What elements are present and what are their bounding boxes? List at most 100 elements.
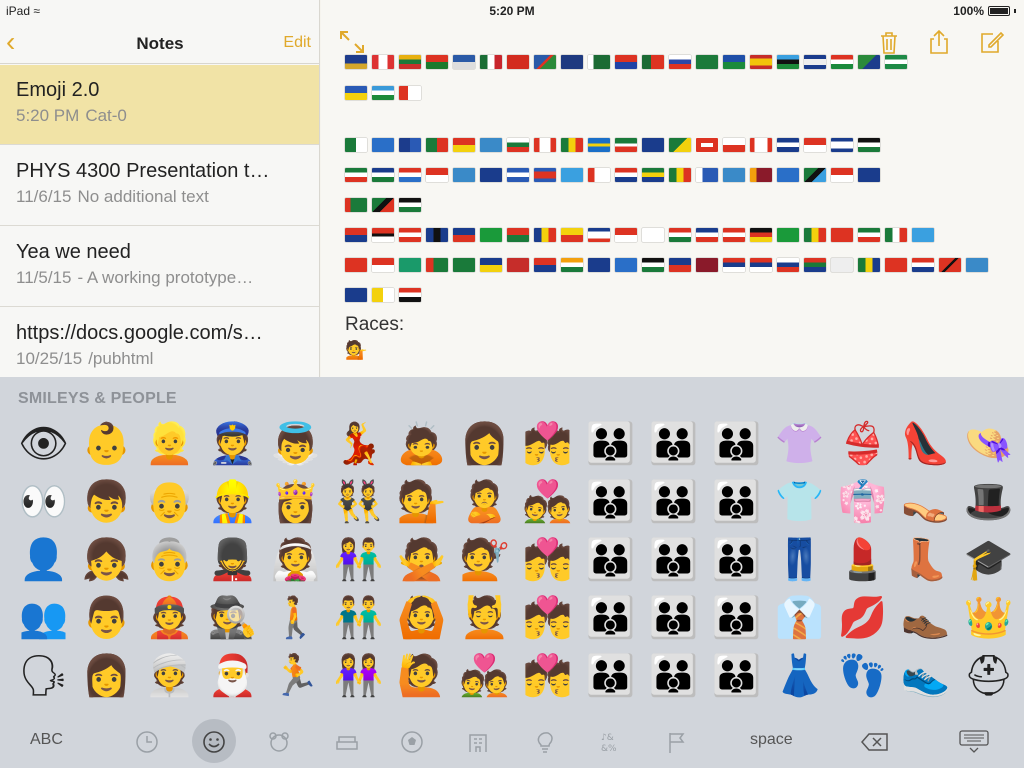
emoji-key[interactable]: 🚶 <box>264 589 327 647</box>
emoji-key[interactable]: 💑 <box>516 473 579 531</box>
emoji-key[interactable]: 👪 <box>705 473 768 531</box>
emoji-key[interactable]: 👡 <box>894 473 957 531</box>
emoji-key[interactable]: 👒 <box>957 415 1020 473</box>
emoji-key[interactable]: 🎓 <box>957 531 1020 589</box>
emoji-key[interactable]: 👫 <box>327 531 390 589</box>
emoji-key[interactable]: 👩 <box>453 415 516 473</box>
emoji-key[interactable]: 👀 <box>12 473 75 531</box>
animal-bear-icon[interactable] <box>266 729 292 755</box>
emoji-key[interactable]: 👑 <box>957 589 1020 647</box>
emoji-key[interactable]: 👰 <box>264 531 327 589</box>
emoji-key[interactable]: 👮 <box>201 415 264 473</box>
emoji-key[interactable]: 💏 <box>516 415 579 473</box>
emoji-key[interactable]: 👱 <box>138 415 201 473</box>
emoji-key[interactable]: 🗣 <box>12 647 75 705</box>
emoji-key[interactable]: 👵 <box>138 531 201 589</box>
emoji-key[interactable]: 🎩 <box>957 473 1020 531</box>
emoji-key[interactable]: 👢 <box>894 531 957 589</box>
emoji-key[interactable]: 🙎 <box>453 473 516 531</box>
emoji-key[interactable]: 👪 <box>642 473 705 531</box>
soccer-ball-icon[interactable] <box>399 729 425 755</box>
emoji-key[interactable]: 🙆 <box>390 589 453 647</box>
emoji-key[interactable]: 👪 <box>642 415 705 473</box>
emoji-key[interactable]: 🙅 <box>390 531 453 589</box>
emoji-key[interactable]: 👠 <box>894 415 957 473</box>
emoji-key[interactable]: 👯 <box>327 473 390 531</box>
emoji-key[interactable]: 👭 <box>327 647 390 705</box>
note-list-item[interactable]: PHYS 4300 Presentation t… 11/6/15 No addi… <box>0 146 319 226</box>
emoji-key[interactable]: 👞 <box>894 589 957 647</box>
emoji-key[interactable]: 👚 <box>768 415 831 473</box>
emoji-key[interactable]: 🙇 <box>390 415 453 473</box>
emoji-key[interactable]: 💂 <box>201 531 264 589</box>
emoji-key[interactable]: 👟 <box>894 647 957 705</box>
emoji-key[interactable]: 🏃 <box>264 647 327 705</box>
emoji-key[interactable]: ⛑ <box>957 647 1020 705</box>
emoji-key[interactable]: 💇 <box>453 531 516 589</box>
note-list-item[interactable]: https://docs.google.com/s… 10/25/15/pubh… <box>0 308 319 377</box>
emoji-key[interactable]: 👕 <box>768 473 831 531</box>
emoji-key[interactable]: 👙 <box>831 415 894 473</box>
emoji-key[interactable]: 💄 <box>831 531 894 589</box>
emoji-key[interactable]: 👖 <box>768 531 831 589</box>
emoji-key[interactable]: 👨 <box>75 589 138 647</box>
emoji-key[interactable]: 👦 <box>75 473 138 531</box>
emoji-key[interactable]: 👪 <box>705 589 768 647</box>
emoji-key[interactable]: 👤 <box>12 531 75 589</box>
emoji-key[interactable]: 👪 <box>579 415 642 473</box>
recent-clock-icon[interactable] <box>134 729 160 755</box>
emoji-key[interactable]: 👪 <box>642 647 705 705</box>
emoji-key[interactable]: 👔 <box>768 589 831 647</box>
emoji-key[interactable]: 👪 <box>705 531 768 589</box>
emoji-key[interactable]: 👸 <box>264 473 327 531</box>
emoji-key[interactable]: 👁 <box>12 415 75 473</box>
emoji-key[interactable]: 👳 <box>138 647 201 705</box>
abc-key[interactable]: ABC <box>30 731 63 749</box>
emoji-key[interactable]: 🕵 <box>201 589 264 647</box>
emoji-key[interactable]: 🎅 <box>201 647 264 705</box>
emoji-key[interactable]: 👼 <box>264 415 327 473</box>
emoji-key[interactable]: 💋 <box>831 589 894 647</box>
emoji-key[interactable]: 👧 <box>75 531 138 589</box>
travel-building-icon[interactable] <box>465 729 491 755</box>
lightbulb-icon[interactable] <box>532 729 558 755</box>
edit-button[interactable]: Edit <box>283 34 311 52</box>
emoji-key[interactable]: 👪 <box>642 531 705 589</box>
space-key[interactable]: space <box>750 731 793 749</box>
emoji-key[interactable]: 👶 <box>75 415 138 473</box>
symbols-icon[interactable]: ♪& &% <box>598 729 624 755</box>
emoji-key[interactable]: 👥 <box>12 589 75 647</box>
share-icon[interactable] <box>926 30 952 54</box>
emoji-key[interactable]: 💏 <box>516 589 579 647</box>
emoji-key[interactable]: 👣 <box>831 647 894 705</box>
emoji-key[interactable]: 👪 <box>579 531 642 589</box>
food-icon[interactable] <box>334 729 360 755</box>
emoji-key[interactable]: 💁 <box>390 473 453 531</box>
emoji-key[interactable]: 👪 <box>705 415 768 473</box>
emoji-key[interactable]: 👪 <box>579 589 642 647</box>
emoji-key[interactable]: 💑 <box>453 647 516 705</box>
emoji-key[interactable]: 👪 <box>705 647 768 705</box>
expand-icon[interactable] <box>339 30 365 54</box>
note-list-item[interactable]: Emoji 2.0 5:20 PM Cat-0 <box>0 65 319 145</box>
emoji-key[interactable]: 💃 <box>327 415 390 473</box>
emoji-key[interactable]: 👷 <box>201 473 264 531</box>
emoji-key[interactable]: 👲 <box>138 589 201 647</box>
emoji-key[interactable]: 💏 <box>516 647 579 705</box>
backspace-icon[interactable] <box>860 729 890 755</box>
emoji-key[interactable]: 👪 <box>579 473 642 531</box>
note-editor[interactable]: Races: 💁 <box>321 0 1024 377</box>
emoji-key[interactable]: 👴 <box>138 473 201 531</box>
emoji-key[interactable]: 👗 <box>768 647 831 705</box>
emoji-key[interactable]: 👪 <box>579 647 642 705</box>
flag-icon[interactable] <box>664 729 690 755</box>
emoji-key[interactable]: 👩 <box>75 647 138 705</box>
emoji-key[interactable]: 👘 <box>831 473 894 531</box>
note-list-item[interactable]: Yea we need 11/5/15 - A working prototype… <box>0 227 319 307</box>
trash-icon[interactable] <box>876 30 902 54</box>
smiley-face-icon[interactable] <box>201 729 227 755</box>
emoji-key[interactable]: 💏 <box>516 531 579 589</box>
emoji-key[interactable]: 💆 <box>453 589 516 647</box>
emoji-key[interactable]: 🙋 <box>390 647 453 705</box>
compose-icon[interactable] <box>979 30 1005 54</box>
